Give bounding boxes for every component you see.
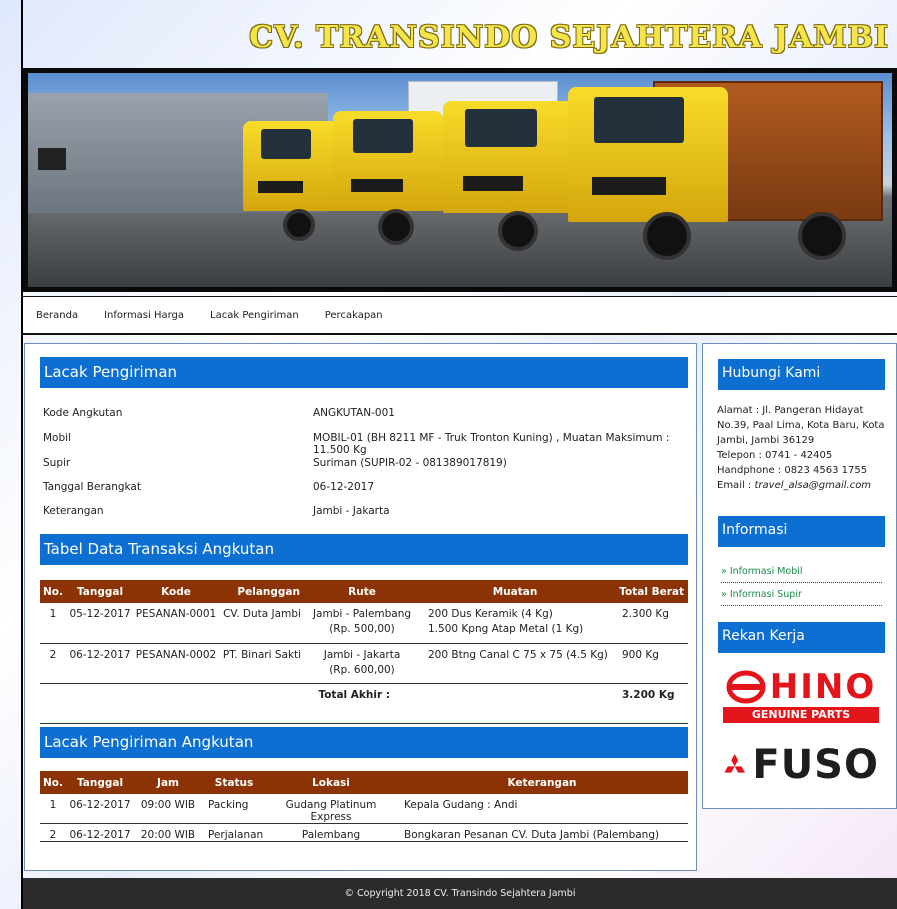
pengiriman-table: No. Tanggal Jam Status Lokasi Keterangan… [40, 771, 688, 842]
transaksi-heading: Tabel Data Transaksi Angkutan [40, 534, 688, 565]
cell-tanggal: 06-12-2017 [66, 643, 134, 684]
site-title: CV. TRANSINDO SEJAHTERA JAMBI [249, 20, 889, 55]
field-label-kode-angkutan: Kode Angkutan [43, 407, 123, 419]
field-value-mobil: MOBIL-01 (BH 8211 MF - Truk Tronton Kuni… [313, 432, 670, 456]
table-row: 1 06-12-2017 09:00 WIB Packing Gudang Pl… [40, 794, 688, 824]
total-label: Total Akhir : [40, 683, 418, 724]
rute-price: (Rp. 500,00) [329, 623, 395, 635]
informasi-heading: Informasi [718, 516, 885, 547]
cell-no: 2 [40, 643, 66, 684]
col-header-muatan: Muatan [418, 580, 612, 603]
col-header-total-berat: Total Berat [612, 580, 688, 603]
banner-trucks-image [28, 73, 892, 287]
field-value-kode-angkutan: ANGKUTAN-001 [313, 407, 395, 419]
col-header-status: Status [202, 771, 266, 794]
hino-emblem-icon [726, 670, 766, 704]
contact-info: Alamat : Jl. Pangeran Hidayat No.39, Paa… [717, 403, 897, 493]
cell-jam: 20:00 WIB [134, 823, 202, 842]
mitsubishi-diamonds-icon [724, 754, 745, 773]
cell-no: 1 [40, 794, 66, 824]
header-banner [23, 68, 897, 292]
rute-line: Jambi - Palembang [312, 608, 412, 620]
fuso-wordmark: FUSO [752, 742, 879, 788]
col-header-tanggal: Tanggal [66, 580, 134, 603]
cell-kode: PESANAN-0002 [134, 643, 218, 684]
cell-rute: Jambi - Palembang (Rp. 500,00) [306, 603, 418, 644]
cell-berat: 2.300 Kg [612, 603, 688, 644]
col-header-lokasi: Lokasi [266, 771, 396, 794]
main-content: Lacak Pengiriman Kode Angkutan ANGKUTAN-… [24, 343, 697, 871]
cell-tanggal: 06-12-2017 [66, 823, 134, 842]
muatan-line: 1.500 Kpng Atap Metal (1 Kg) [428, 623, 584, 635]
cell-muatan: 200 Dus Keramik (4 Kg) 1.500 Kpng Atap Me… [418, 603, 612, 644]
col-header-tanggal: Tanggal [66, 771, 134, 794]
cell-berat: 900 Kg [612, 643, 688, 684]
footer-copyright: © Copyright 2018 CV. Transindo Sejahtera… [23, 878, 897, 909]
lacak-pengiriman-heading: Lacak Pengiriman [40, 357, 688, 388]
col-header-no: No. [40, 580, 66, 603]
cell-rute: Jambi - Jakarta (Rp. 600,00) [306, 643, 418, 684]
rute-line: Jambi - Jakarta [323, 648, 401, 661]
hino-genuine-parts: GENUINE PARTS [723, 707, 879, 723]
contact-address: Alamat : Jl. Pangeran Hidayat No.39, Paa… [717, 405, 885, 446]
field-value-supir: Suriman (SUPIR-02 - 081389017819) [313, 457, 507, 469]
cell-status: Packing [202, 794, 266, 824]
cell-tanggal: 05-12-2017 [66, 603, 134, 644]
cell-pelanggan: PT. Binari Sakti [218, 643, 306, 684]
col-header-keterangan: Keterangan [396, 771, 688, 794]
col-header-jam: Jam [134, 771, 202, 794]
cell-keterangan: Kepala Gudang : Andi [396, 794, 688, 824]
cell-keterangan: Bongkaran Pesanan CV. Duta Jambi (Palemb… [396, 823, 688, 842]
cell-pelanggan: CV. Duta Jambi [218, 603, 306, 644]
table-total-row: Total Akhir : 3.200 Kg [40, 683, 688, 724]
cell-no: 2 [40, 823, 66, 842]
cell-tanggal: 06-12-2017 [66, 794, 134, 824]
main-nav: Beranda Informasi Harga Lacak Pengiriman… [23, 296, 897, 335]
fuso-logo: FUSO [723, 741, 879, 789]
table-row: 2 06-12-2017 PESANAN-0002 PT. Binari Sak… [40, 643, 688, 684]
link-informasi-supir[interactable]: » Informasi Supir [721, 589, 882, 606]
rute-price: (Rp. 600,00) [329, 663, 395, 676]
nav-item-percakapan[interactable]: Percakapan [325, 310, 383, 321]
field-label-tanggal-berangkat: Tanggal Berangkat [43, 481, 141, 493]
col-header-pelanggan: Pelanggan [218, 580, 306, 603]
contact-email[interactable]: travel_alsa@gmail.com [754, 480, 871, 491]
field-value-tanggal-berangkat: 06-12-2017 [313, 481, 375, 493]
hino-wordmark: HINO [769, 667, 877, 707]
cell-lokasi: Palembang [266, 823, 396, 842]
field-label-keterangan: Keterangan [43, 505, 104, 517]
field-value-keterangan: Jambi - Jakarta [313, 505, 390, 517]
contact-phone: Telepon : 0741 - 42405 [717, 450, 833, 461]
cell-no: 1 [40, 603, 66, 644]
col-header-kode: Kode [134, 580, 218, 603]
cell-muatan: 200 Btng Canal C 75 x 75 (4.5 Kg) [418, 643, 612, 684]
contact-email-label: Email : [717, 480, 755, 491]
total-value: 3.200 Kg [612, 683, 688, 724]
cell-kode: PESANAN-0001 [134, 603, 218, 644]
hino-logo-text: HINO [723, 667, 879, 707]
nav-item-beranda[interactable]: Beranda [36, 310, 78, 321]
pengiriman-heading: Lacak Pengiriman Angkutan [40, 727, 688, 758]
hino-logo: HINO GENUINE PARTS [723, 667, 879, 729]
field-label-mobil: Mobil [43, 432, 71, 444]
field-label-supir: Supir [43, 457, 71, 469]
table-row: 1 05-12-2017 PESANAN-0001 CV. Duta Jambi… [40, 603, 688, 644]
nav-item-lacak-pengiriman[interactable]: Lacak Pengiriman [210, 310, 299, 321]
cell-status: Perjalanan [202, 823, 266, 842]
cell-lokasi: Gudang Platinum Express [266, 794, 396, 824]
contact-mobile: Handphone : 0823 4563 1755 [717, 465, 868, 476]
cell-jam: 09:00 WIB [134, 794, 202, 824]
hubungi-kami-heading: Hubungi Kami [718, 359, 885, 390]
table-row: 2 06-12-2017 20:00 WIB Perjalanan Palemb… [40, 823, 688, 842]
muatan-line: 200 Btng Canal C 75 x 75 (4.5 Kg) [428, 648, 608, 661]
nav-item-informasi-harga[interactable]: Informasi Harga [104, 310, 184, 321]
rekan-kerja-heading: Rekan Kerja [718, 622, 885, 653]
col-header-rute: Rute [306, 580, 418, 603]
sidebar: Hubungi Kami Alamat : Jl. Pangeran Hiday… [702, 343, 897, 809]
link-informasi-mobil[interactable]: » Informasi Mobil [721, 566, 882, 583]
col-header-no: No. [40, 771, 66, 794]
transaksi-table: No. Tanggal Kode Pelanggan Rute Muatan T… [40, 580, 688, 724]
muatan-line: 200 Dus Keramik (4 Kg) [428, 608, 553, 620]
contact-email-row: Email : travel_alsa@gmail.com [717, 478, 897, 493]
